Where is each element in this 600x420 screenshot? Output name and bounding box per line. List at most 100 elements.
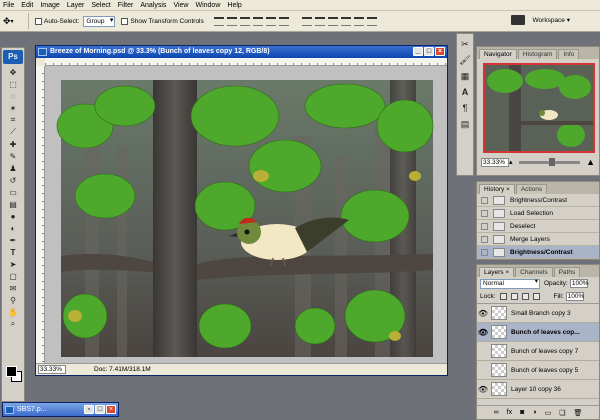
slider-handle[interactable] [548, 157, 555, 166]
zoom-in-icon[interactable]: ▲ [586, 157, 595, 167]
document-title-bar[interactable]: Breeze of Morning.psd @ 33.3% (Bunch of … [36, 46, 447, 58]
menu-view[interactable]: View [173, 0, 188, 11]
pen-tool-icon[interactable]: ✒ [5, 235, 21, 245]
history-brush-source-box[interactable] [481, 196, 488, 204]
history-item[interactable]: Brightness/Contrast [477, 194, 599, 207]
align-left-icon[interactable] [252, 16, 263, 26]
align-top-icon[interactable] [213, 16, 224, 26]
canvas-area[interactable] [45, 66, 447, 363]
history-item[interactable]: Deselect [477, 220, 599, 233]
swatches-icon[interactable]: ▤ [459, 119, 471, 130]
workspace-menu[interactable]: Workspace ▾ [510, 15, 570, 25]
tool-preset-picker[interactable]: ✥ ▾ [3, 13, 29, 29]
eraser-tool-icon[interactable]: ▭ [5, 187, 21, 197]
palette-well-icon[interactable] [510, 15, 525, 25]
marquee-tool-icon[interactable]: ⬚ [5, 79, 21, 89]
menu-select[interactable]: Select [91, 0, 110, 11]
layer-row[interactable]: Bunch of leaves copy 7 [477, 342, 599, 361]
menu-window[interactable]: Window [195, 0, 220, 11]
move-tool-icon[interactable]: ✥ [5, 67, 21, 77]
menu-layer[interactable]: Layer [67, 0, 85, 11]
document-size-info[interactable]: Doc: 7.41M/318.1M [94, 366, 151, 373]
hand-tool-icon[interactable]: ✋ [5, 307, 21, 317]
auto-select-checkbox[interactable] [35, 17, 42, 25]
history-brush-source-box[interactable] [481, 222, 488, 230]
brushes-icon[interactable]: 🖌 [459, 55, 471, 66]
zoom-level-field[interactable]: 33.33% [38, 365, 66, 374]
tab-history[interactable]: History × [479, 184, 515, 194]
history-brush-source-box[interactable] [481, 235, 488, 243]
layer-style-icon[interactable]: fx [507, 409, 512, 416]
lock-position-icon[interactable] [521, 293, 529, 300]
foreground-color-swatch[interactable] [6, 366, 17, 377]
restore-icon[interactable]: ▫ [84, 405, 94, 414]
paragraph-icon[interactable]: ¶ [459, 103, 471, 114]
menu-analysis[interactable]: Analysis [140, 0, 166, 11]
history-item[interactable]: Merge Layers [477, 233, 599, 246]
distribute-top-icon[interactable] [301, 16, 312, 26]
align-right-icon[interactable] [278, 16, 289, 26]
type-tool-icon[interactable]: T [5, 247, 21, 257]
minimized-document[interactable]: SBS7.p... ▫ □ × [2, 402, 119, 417]
menu-filter[interactable]: Filter [118, 0, 134, 11]
path-selection-tool-icon[interactable]: ➤ [5, 259, 21, 269]
artwork-canvas[interactable] [45, 66, 447, 363]
layer-row[interactable]: 👁 Small Branch copy 3 [477, 304, 599, 323]
distribute-right-icon[interactable] [366, 16, 377, 26]
lock-all-icon[interactable] [532, 293, 540, 300]
tab-paths[interactable]: Paths [553, 267, 581, 277]
align-bottom-icon[interactable] [239, 16, 250, 26]
character-icon[interactable]: A [459, 87, 471, 98]
clone-stamp-tool-icon[interactable]: ♟ [5, 163, 21, 173]
tab-navigator[interactable]: Navigator [479, 49, 517, 59]
dodge-tool-icon[interactable]: ◐ [5, 223, 21, 233]
lasso-tool-icon[interactable]: ◌ [5, 91, 21, 101]
maximize-icon[interactable]: □ [424, 47, 434, 56]
eyedropper-tool-icon[interactable]: ⚲ [5, 295, 21, 305]
zoom-out-icon[interactable]: ▴ [509, 158, 513, 166]
tab-channels[interactable]: Channels [515, 267, 553, 277]
distribute-vcenter-icon[interactable] [314, 16, 325, 26]
delete-layer-icon[interactable]: 🗑 [573, 409, 582, 417]
menu-image[interactable]: Image [40, 0, 59, 11]
opacity-field[interactable]: 100% [569, 279, 588, 288]
history-brush-tool-icon[interactable]: ↺ [5, 175, 21, 185]
minimize-icon[interactable]: _ [413, 47, 423, 56]
horizontal-ruler[interactable] [45, 58, 447, 66]
new-layer-icon[interactable]: ❏ [559, 409, 565, 417]
tab-layers[interactable]: Layers × [479, 267, 515, 277]
tab-histogram[interactable]: Histogram [517, 49, 558, 59]
history-brush-source-box[interactable] [481, 248, 488, 256]
show-transform-checkbox[interactable] [121, 17, 129, 25]
maximize-icon[interactable]: □ [95, 405, 105, 414]
layer-comps-icon[interactable]: ▦ [459, 71, 471, 82]
menu-file[interactable]: File [3, 0, 14, 11]
distribute-hcenter-icon[interactable] [353, 16, 364, 26]
history-brush-source-box[interactable] [481, 209, 488, 217]
tab-actions[interactable]: Actions [515, 184, 548, 194]
menu-help[interactable]: Help [227, 0, 241, 11]
tool-presets-icon[interactable]: ✂ [459, 39, 471, 50]
shape-tool-icon[interactable]: ▢ [5, 271, 21, 281]
layer-row[interactable]: 👁 Bunch of leaves cop... [477, 323, 599, 342]
magic-wand-tool-icon[interactable]: ✶ [5, 103, 21, 113]
gradient-tool-icon[interactable]: ▤ [5, 199, 21, 209]
layer-row[interactable]: 👁 Layer 10 copy 36 [477, 380, 599, 399]
close-icon[interactable]: × [435, 47, 445, 56]
navigator-preview[interactable] [483, 63, 595, 153]
healing-brush-tool-icon[interactable]: ✚ [5, 139, 21, 149]
zoom-tool-icon[interactable]: ⌕ [5, 319, 21, 329]
distribute-left-icon[interactable] [340, 16, 351, 26]
eye-icon[interactable]: 👁 [477, 309, 489, 318]
lock-transparency-icon[interactable] [499, 293, 507, 300]
navigator-zoom-field[interactable]: 33.33% [481, 157, 509, 167]
layer-row[interactable]: Bunch of leaves copy 5 [477, 361, 599, 380]
vertical-ruler[interactable] [36, 66, 45, 363]
history-item[interactable]: Load Selection [477, 207, 599, 220]
new-group-icon[interactable]: ▭ [545, 409, 552, 417]
eye-icon[interactable]: 👁 [477, 385, 489, 394]
distribute-bottom-icon[interactable] [327, 16, 338, 26]
crop-tool-icon[interactable]: ⌗ [5, 115, 21, 125]
adjustment-layer-icon[interactable]: ◑ [532, 409, 536, 416]
eye-icon[interactable]: 👁 [477, 328, 489, 337]
